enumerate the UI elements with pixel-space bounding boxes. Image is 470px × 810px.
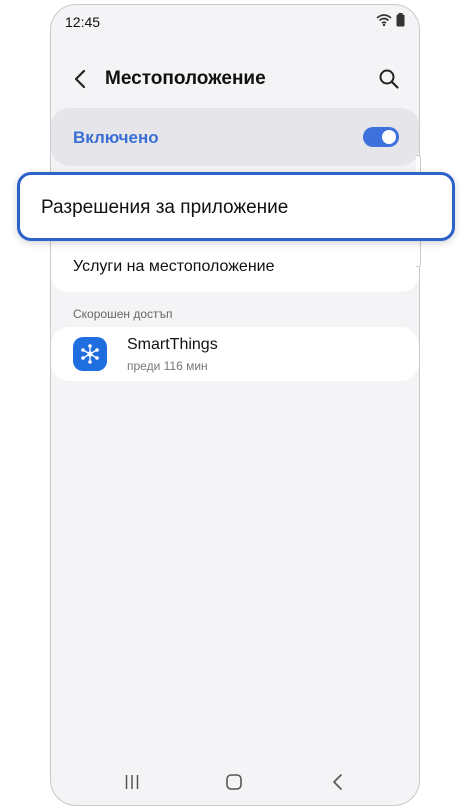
wifi-icon: [376, 14, 392, 27]
status-time: 12:45: [65, 14, 101, 30]
smartthings-icon: [73, 337, 107, 371]
location-services-item[interactable]: Услуги на местоположение: [73, 258, 275, 276]
back-arrow-icon[interactable]: [69, 67, 93, 91]
navigation-bar: [51, 761, 419, 805]
recent-access-header: Скорошен достъп: [73, 307, 173, 321]
search-icon[interactable]: [377, 67, 401, 91]
app-permissions-label: Разрешения за приложение: [41, 197, 289, 218]
app-name: SmartThings: [127, 336, 218, 353]
recent-apps-icon[interactable]: [124, 773, 140, 791]
switch-knob: [382, 130, 396, 144]
app-last-access: преди 116 мин: [127, 359, 208, 373]
home-icon[interactable]: [225, 773, 243, 791]
phone-frame: 12:45 Местоположение Включено Услуги на …: [50, 4, 420, 806]
recent-app-row[interactable]: SmartThings преди 116 мин: [51, 327, 419, 381]
status-icons: [376, 13, 405, 27]
app-permissions-item[interactable]: Разрешения за приложение: [17, 172, 455, 241]
page-title: Местоположение: [105, 68, 266, 89]
location-switch[interactable]: [363, 127, 399, 147]
location-toggle-row[interactable]: Включено: [51, 108, 419, 166]
status-bar: 12:45: [51, 5, 419, 39]
nav-back-icon[interactable]: [331, 773, 345, 791]
app-header: Местоположение: [51, 57, 419, 101]
battery-icon: [396, 13, 405, 27]
toggle-label: Включено: [73, 128, 159, 147]
